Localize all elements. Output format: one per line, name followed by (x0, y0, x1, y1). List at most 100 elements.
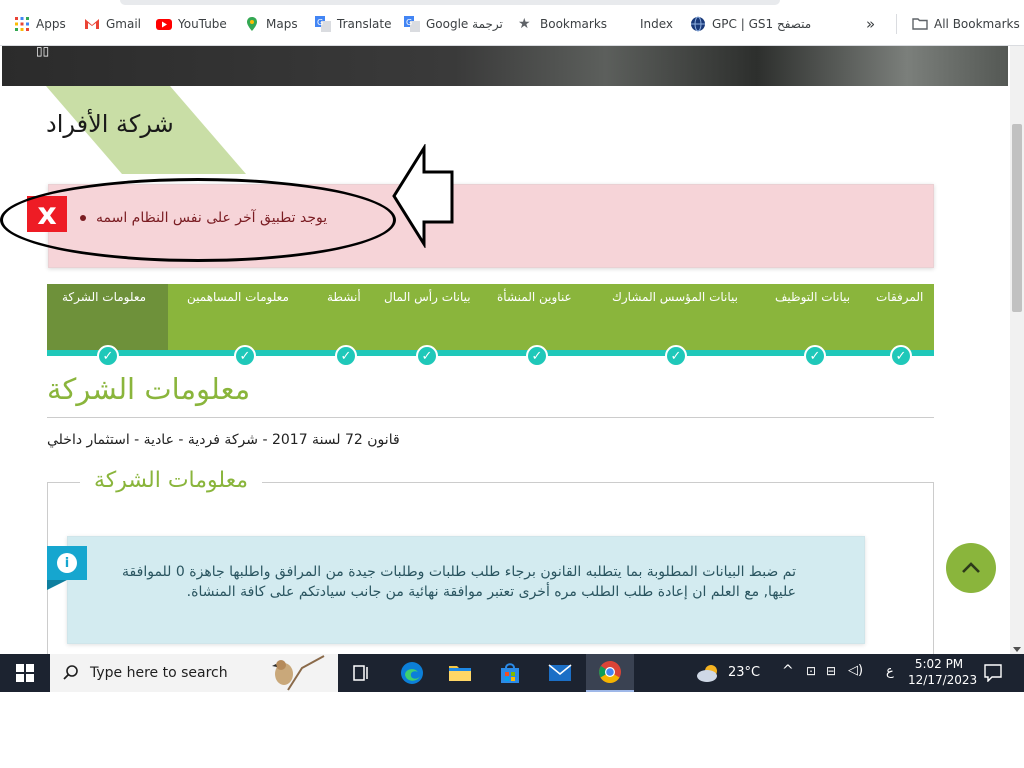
weather-temperature[interactable]: 23°C (728, 665, 760, 680)
info-alert-text: تم ضبط البيانات المطلوبة بما يتطلبه القا… (122, 564, 796, 600)
hero-banner: ▯▯ (2, 46, 1008, 86)
grid-menu-icon[interactable]: ▯▯ (36, 46, 62, 58)
step-shareholders-info[interactable]: معلومات المساهمين (187, 290, 289, 304)
bookmarks-bar: Apps Gmail YouTube Maps G Translate G Go… (0, 0, 1024, 46)
empty-area (0, 692, 1024, 768)
section-heading: معلومات الشركة (47, 372, 251, 406)
bird-illustration-icon (272, 655, 325, 691)
store-bag-icon (501, 663, 519, 683)
page-viewport: ▯▯ شركة الأفراد x يوجد تطبيق آخر على نفس… (0, 46, 1024, 654)
bookmark-google-translate-ar[interactable]: G Google ترجمة (404, 14, 503, 34)
scrollbar-thumb[interactable] (1012, 124, 1022, 312)
system-tray: 23°C ^ ⊡ ⊟ ◁) ع 5:02 PM 12/17/2023 (690, 654, 1024, 692)
steps-underline (47, 350, 934, 356)
search-placeholder: Type here to search (90, 665, 228, 681)
notifications-icon[interactable] (984, 664, 1002, 682)
company-type-text: قانون 72 لسنة 2017 - شركة فردية - عادية … (47, 432, 400, 448)
bookmark-label: Gmail (106, 17, 142, 31)
bookmarks-divider (896, 14, 897, 34)
fieldset-legend: معلومات الشركة (80, 468, 263, 493)
mail-app[interactable] (536, 654, 584, 692)
bookmarks-overflow-button[interactable]: » (866, 14, 875, 34)
step-check-icon: ✓ (665, 345, 687, 367)
step-capital-data[interactable]: بيانات رأس المال (384, 290, 471, 304)
step-company-info[interactable]: معلومات الشركة (62, 290, 146, 304)
all-bookmarks-label: All Bookmarks (934, 17, 1020, 31)
step-check-icon: ✓ (234, 345, 256, 367)
step-check-icon: ✓ (97, 345, 119, 367)
all-bookmarks-button[interactable]: All Bookmarks (912, 14, 1020, 34)
annotation-arrow-icon (392, 144, 454, 248)
gmail-icon (85, 19, 99, 29)
bookmark-label: Index (640, 17, 674, 31)
step-attachments[interactable]: المرفقات (876, 290, 923, 304)
annotation-oval (0, 178, 396, 262)
translate-icon: G (404, 16, 420, 32)
bookmark-gmail[interactable]: Gmail (84, 14, 141, 34)
mail-envelope-icon (548, 664, 572, 681)
page-title: شركة الأفراد (46, 110, 174, 138)
search-icon (63, 665, 78, 680)
bookmark-translate[interactable]: G Translate (315, 14, 392, 34)
youtube-icon (156, 19, 172, 30)
maps-pin-icon (247, 17, 257, 31)
apps-grid-icon (15, 17, 29, 31)
bookmark-label: Translate (337, 17, 392, 31)
bookmark-label: Google ترجمة (426, 17, 503, 31)
edge-app[interactable] (388, 654, 436, 692)
folder-icon (912, 18, 928, 30)
step-employment-data[interactable]: بيانات التوظيف (775, 290, 850, 304)
chrome-app[interactable] (586, 654, 634, 692)
taskbar-search-box[interactable]: Type here to search (50, 654, 338, 692)
svg-text:G: G (406, 18, 412, 27)
scroll-down-arrow-icon[interactable] (1013, 647, 1021, 652)
bookmark-label: YouTube (178, 17, 227, 31)
chevron-double-right-icon: » (866, 15, 876, 33)
start-button[interactable] (0, 654, 50, 692)
step-check-icon: ✓ (526, 345, 548, 367)
store-app[interactable] (486, 654, 534, 692)
omnibox-edge (120, 0, 780, 5)
task-view-icon (353, 665, 368, 681)
windows-taskbar: Type here to search 23°C ^ ⊡ ⊟ ◁) ع 5:02… (0, 654, 1024, 692)
bookmark-index[interactable]: Index (640, 14, 673, 34)
clock-time: 5:02 PM (914, 657, 964, 671)
chevron-up-icon (962, 562, 980, 573)
back-to-top-button[interactable] (946, 543, 996, 593)
step-activities[interactable]: أنشطة (327, 290, 361, 304)
step-founder-partner-data[interactable]: بيانات المؤسس المشارك (612, 290, 738, 304)
info-ribbon-fold (47, 580, 67, 590)
input-language-indicator[interactable]: ع (886, 664, 894, 679)
bookmark-bookmarks[interactable]: ★ Bookmarks (518, 14, 607, 34)
bookmark-gpc-gs1[interactable]: GPC | GS1 متصفح (690, 14, 811, 34)
edge-icon (401, 662, 423, 684)
globe-icon (691, 16, 705, 32)
step-check-icon: ✓ (416, 345, 438, 367)
bookmark-label: Bookmarks (540, 17, 608, 31)
bookmark-label: Maps (266, 17, 298, 31)
star-icon: ★ (518, 16, 531, 32)
step-facility-addresses[interactable]: عناوين المنشأة (497, 290, 572, 304)
network-icon[interactable]: ⊟ (826, 664, 836, 678)
bookmark-youtube[interactable]: YouTube (156, 14, 227, 34)
translate-icon: G (315, 16, 331, 32)
clock-date: 12/17/2023 (908, 673, 978, 687)
speaker-icon[interactable]: ◁) (848, 663, 863, 678)
task-view-button[interactable] (338, 654, 386, 692)
info-icon: i (47, 546, 87, 580)
folder-icon (449, 666, 471, 681)
bookmark-maps[interactable]: Maps (244, 14, 298, 34)
bookmark-label: Apps (36, 17, 66, 31)
people-icon[interactable]: ⊡ (806, 664, 816, 678)
bookmark-apps[interactable]: Apps (14, 14, 66, 34)
chrome-icon (599, 661, 621, 683)
file-explorer-app[interactable] (436, 654, 484, 692)
clock[interactable]: 5:02 PM 12/17/2023 (908, 656, 978, 688)
step-check-icon: ✓ (890, 345, 912, 367)
chevron-up-icon[interactable]: ^ (782, 663, 794, 679)
scrollbar[interactable] (1010, 46, 1024, 654)
weather-cloud-icon[interactable] (696, 663, 722, 683)
section-divider (47, 417, 934, 418)
step-check-icon: ✓ (335, 345, 357, 367)
step-check-icon: ✓ (804, 345, 826, 367)
